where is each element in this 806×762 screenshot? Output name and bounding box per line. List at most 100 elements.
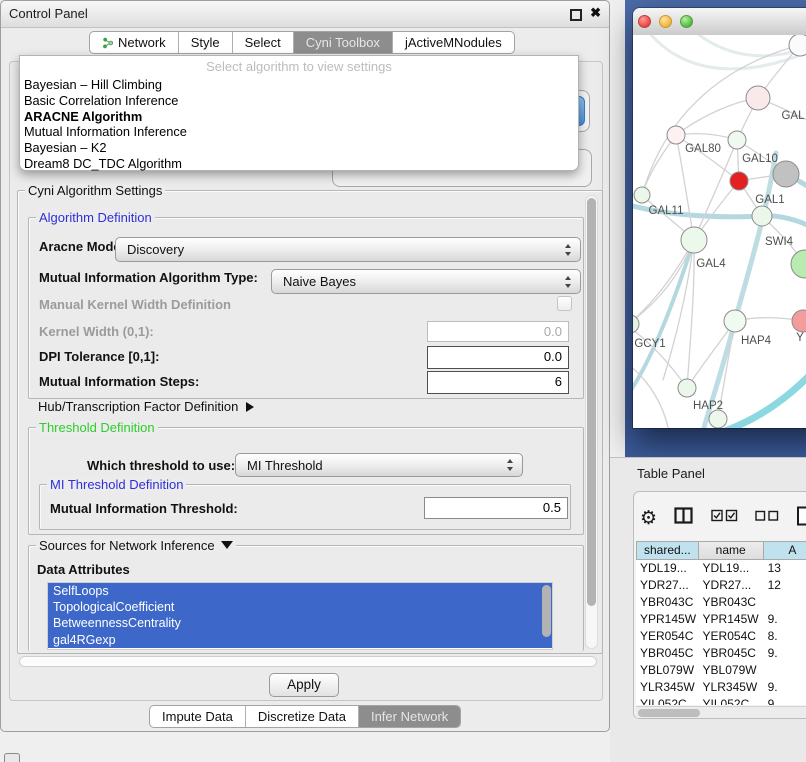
table-row[interactable]: YLR345WYLR345W9. (636, 679, 806, 696)
mi-steps-field[interactable]: 6 (427, 371, 569, 394)
network-node[interactable] (709, 410, 727, 428)
node-label: GAL11 (649, 205, 684, 217)
table-cell: YDL19... (699, 560, 764, 577)
table-horizontal-scrollbar[interactable] (636, 706, 806, 718)
algorithm-option-bayesian-k2[interactable]: Bayesian – K2 (20, 140, 578, 156)
scrollbar-thumb[interactable] (638, 709, 700, 717)
tab-label: jActiveMNodules (405, 35, 502, 50)
sources-group-title: Sources for Network Inference (39, 538, 215, 553)
mi-algorithm-type-label: Mutual Information Algorithm Type: (39, 270, 258, 285)
mi-threshold-field[interactable]: 0.5 (424, 497, 568, 519)
table-row[interactable]: YIL052CYIL052C9. (636, 696, 806, 705)
network-node-gal4[interactable] (681, 227, 707, 253)
attribute-item-selfloops[interactable]: SelfLoops (48, 583, 552, 599)
attribute-item-gal4rgexp[interactable]: gal4RGexp (48, 632, 552, 648)
tab-select[interactable]: Select (233, 32, 294, 53)
tab-jactivemnodules[interactable]: jActiveMNodules (393, 32, 514, 53)
sources-group-toggle[interactable]: Sources for Network Inference (36, 538, 236, 553)
network-node[interactable] (773, 161, 799, 187)
network-node-gal10[interactable] (728, 131, 746, 149)
column-header-shared[interactable]: shared... (636, 541, 699, 560)
close-icon[interactable]: ✖ (590, 5, 601, 21)
table-cell: YLR345W (699, 679, 764, 696)
aracne-mode-value: Discovery (127, 242, 184, 257)
apply-button[interactable]: Apply (269, 673, 339, 697)
table-panel: Table Panel ⚙ shared...nameA YDL19 (610, 457, 806, 762)
node-label: GAL (781, 110, 805, 122)
split-columns-icon[interactable] (674, 507, 694, 530)
tab-label: Discretize Data (258, 709, 346, 724)
table-cell: YBL079W (699, 662, 764, 679)
data-attributes-label: Data Attributes (37, 562, 130, 577)
tab-style[interactable]: Style (179, 32, 233, 53)
network-node-swi4[interactable] (752, 206, 772, 226)
algorithm-option-dream8-dc-tdc-algorithm[interactable]: Dream8 DC_TDC Algorithm (20, 156, 578, 172)
algorithm-option-basic-correlation-inference[interactable]: Basic Correlation Inference (20, 93, 578, 109)
data-attributes-list: SelfLoopsTopologicalCoefficientBetweenne… (47, 582, 553, 650)
tab-network[interactable]: Network (90, 32, 179, 53)
algorithm-option-bayesian-hill-climbing[interactable]: Bayesian – Hill Climbing (20, 77, 578, 93)
table-row[interactable]: YER054CYER054C8. (636, 628, 806, 645)
table-row[interactable]: YBL079WYBL079W (636, 662, 806, 679)
table-cell (764, 662, 806, 679)
tab-infer-network[interactable]: Infer Network (359, 706, 460, 727)
settings-vertical-scrollbar[interactable] (585, 195, 598, 649)
zoom-traffic-icon[interactable] (680, 15, 693, 28)
algorithm-option-aracne-algorithm[interactable]: ARACNE Algorithm (20, 109, 578, 125)
table-row[interactable]: YBR045CYBR045C9. (636, 645, 806, 662)
table-row[interactable]: YBR043CYBR043C (636, 594, 806, 611)
attribute-item-betweennesscentrality[interactable]: BetweennessCentrality (48, 615, 552, 631)
tab-discretize-data[interactable]: Discretize Data (246, 706, 359, 727)
which-threshold-combobox[interactable]: MI Threshold (235, 453, 523, 477)
tab-label: Network (118, 35, 166, 50)
network-node-gal1[interactable] (730, 172, 748, 190)
column-header-a[interactable]: A (764, 541, 806, 560)
network-node-gcy1[interactable] (633, 315, 639, 333)
network-node-gal[interactable] (746, 86, 770, 110)
new-table-icon[interactable] (796, 506, 806, 531)
table-row[interactable]: YDR27...YDR27...12 (636, 577, 806, 594)
network-edge (725, 361, 806, 428)
table-row[interactable]: YDL19...YDL19...13 (636, 560, 806, 577)
scrollbar-thumb[interactable] (587, 198, 596, 606)
tab-impute-data[interactable]: Impute Data (150, 706, 246, 727)
float-window-icon[interactable] (570, 9, 582, 21)
gear-icon[interactable]: ⚙ (640, 505, 657, 531)
control-panel-tabs: Network StyleSelectCyni Toolbox jActiveMNo… (89, 31, 515, 54)
tab-label: Infer Network (371, 709, 448, 724)
manual-kernel-width-checkbox[interactable] (557, 296, 572, 311)
minimize-traffic-icon[interactable] (659, 15, 672, 28)
table-cell: YER054C (636, 628, 699, 645)
dropdown-items: Bayesian – Hill ClimbingBasic Correlatio… (20, 77, 578, 172)
network-node-hap2[interactable] (678, 379, 696, 397)
kernel-width-field[interactable]: 0.0 (427, 321, 569, 342)
dpi-tolerance-field[interactable]: 0.0 (427, 346, 569, 369)
list-scrollbar[interactable] (542, 585, 551, 637)
column-header-name[interactable]: name (699, 541, 764, 560)
network-canvas[interactable]: GALGAL80GAL10GAL1GAL11SWI4GAL4GCY1HAP4YH… (633, 35, 806, 428)
kernel-width-label: Kernel Width (0,1): (39, 324, 154, 339)
network-node-gal80[interactable] (667, 126, 685, 144)
aracne-mode-combobox[interactable]: Discovery (115, 237, 581, 262)
node-label: GCY1 (634, 338, 665, 350)
node-label: GAL1 (755, 194, 784, 206)
deselect-all-columns-icon[interactable] (755, 509, 779, 527)
table-cell: 8. (764, 628, 806, 645)
settings-horizontal-scrollbar[interactable] (19, 656, 597, 667)
network-node-hap4[interactable] (724, 310, 746, 332)
dropdown-placeholder: Select algorithm to view settings (20, 56, 578, 77)
network-node-gal11[interactable] (634, 187, 650, 203)
algorithm-option-mutual-information-inference[interactable]: Mutual Information Inference (20, 124, 578, 140)
attribute-item-topologicalcoefficient[interactable]: TopologicalCoefficient (48, 599, 552, 615)
mi-algorithm-type-combobox[interactable]: Naive Bayes (271, 269, 581, 294)
network-node-y[interactable] (792, 310, 806, 332)
mi-threshold-definition-group: MI Threshold Definition Mutual Informati… (39, 484, 571, 530)
select-all-columns-icon[interactable] (711, 509, 738, 527)
hub-tf-definition-toggle[interactable]: Hub/Transcription Factor Definition (38, 399, 254, 414)
tab-cyni-toolbox[interactable]: Cyni Toolbox (294, 32, 393, 53)
close-traffic-icon[interactable] (638, 15, 651, 28)
mi-steps-label: Mutual Information Steps: (39, 374, 199, 389)
network-node[interactable] (791, 250, 806, 278)
table-row[interactable]: YPR145WYPR145W9. (636, 611, 806, 628)
hub-tf-definition-label: Hub/Transcription Factor Definition (38, 399, 238, 414)
